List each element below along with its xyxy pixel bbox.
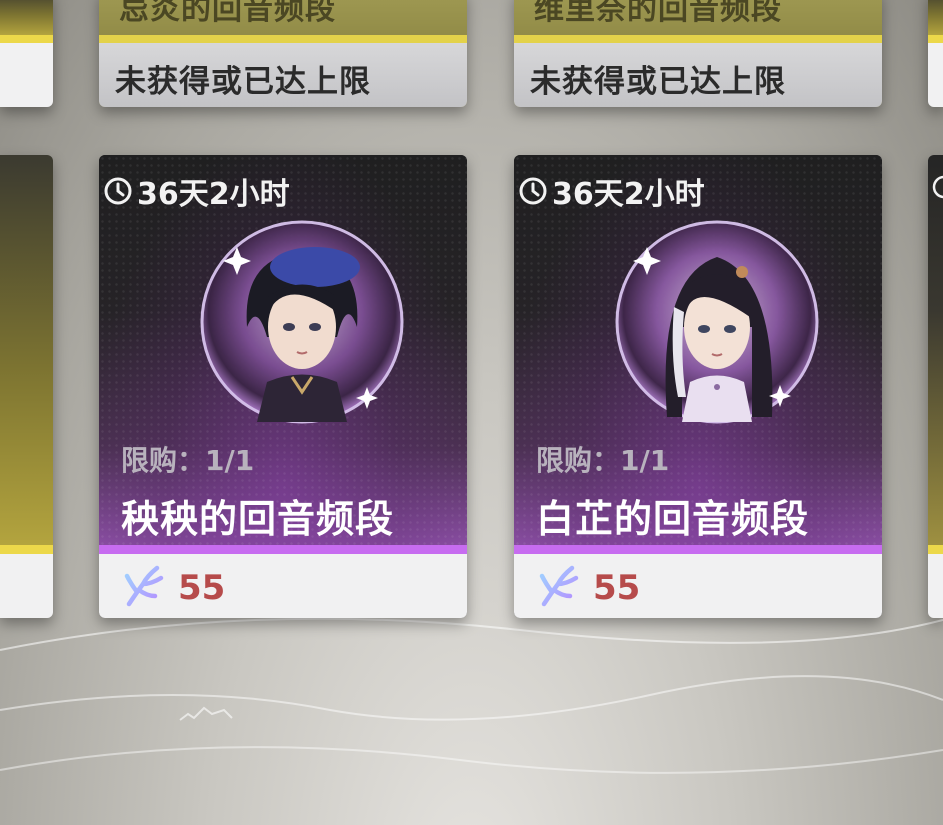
yangyang-portrait-icon: [200, 220, 404, 424]
coral-currency-icon: [124, 565, 164, 607]
left-partial-card-top[interactable]: [0, 0, 53, 107]
price-bar: 55: [514, 554, 882, 618]
baizhi-portrait-icon: [615, 220, 819, 424]
purple-stripe: [514, 545, 882, 554]
timer-text: 36天2小时: [137, 177, 290, 212]
card-title: 维里奈的回音频段: [534, 0, 782, 27]
shop-card-top-1[interactable]: 忌炎的回音频段 未获得或已达上限: [99, 0, 467, 107]
clock-icon: [104, 177, 132, 205]
shop-card-yangyang[interactable]: 36天2小时 限购：1/1 秧秧的回音频段 55: [99, 155, 467, 618]
shop-card-baizhi[interactable]: 36天2小时 限购：1/1 白芷的回音频段 55: [514, 155, 882, 618]
price-bar: 55: [99, 554, 467, 618]
clock-icon: [519, 177, 547, 205]
right-partial-card-bottom[interactable]: [928, 155, 943, 618]
price-value: 55: [178, 568, 226, 608]
item-name: 白芷的回音频段: [536, 497, 810, 541]
gold-stripe: [514, 35, 882, 43]
left-partial-card-bottom[interactable]: [0, 155, 53, 618]
card-status: 未获得或已达上限: [530, 64, 786, 100]
price-value: 55: [593, 568, 641, 608]
clock-icon: [932, 175, 943, 199]
purchase-limit: 限购：1/1: [121, 444, 255, 477]
item-name: 秧秧的回音频段: [121, 497, 395, 541]
purchase-limit: 限购：1/1: [536, 444, 670, 477]
card-status: 未获得或已达上限: [115, 64, 371, 100]
gold-stripe: [99, 35, 467, 43]
coral-currency-icon: [539, 565, 579, 607]
card-title: 忌炎的回音频段: [119, 0, 336, 27]
right-partial-card-top[interactable]: [928, 0, 943, 107]
timer: 36天2小时: [518, 169, 705, 213]
timer: 36天2小时: [103, 169, 290, 213]
shop-card-top-2[interactable]: 维里奈的回音频段 未获得或已达上限: [514, 0, 882, 107]
purple-stripe: [99, 545, 467, 554]
timer-text: 36天2小时: [552, 177, 705, 212]
